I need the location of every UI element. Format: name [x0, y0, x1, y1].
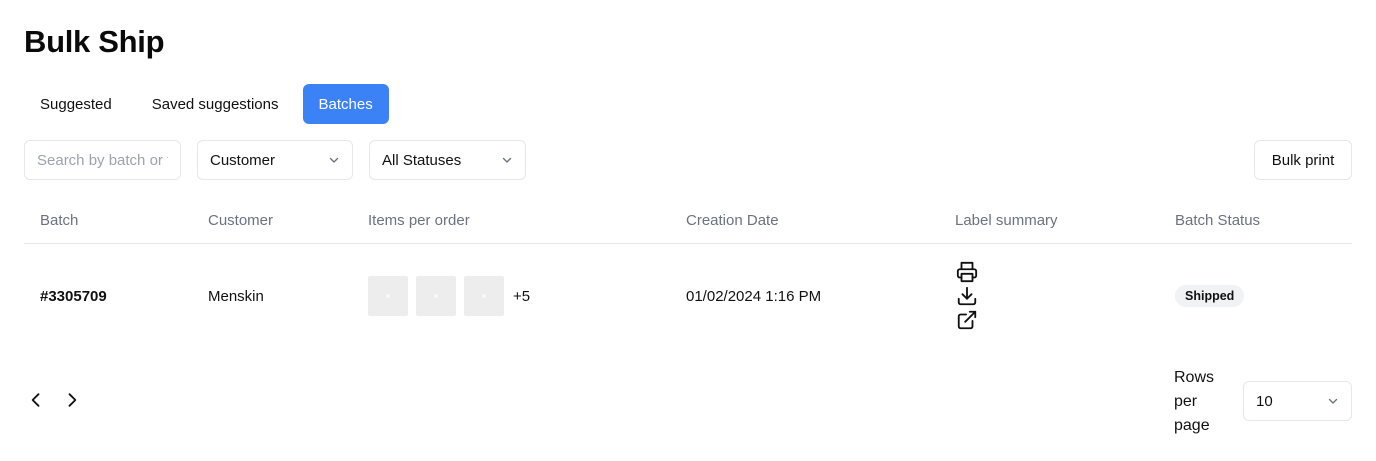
table-row[interactable]: #3305709 Menskin +5 01/02/2024 1:16 PM S…	[24, 244, 1352, 348]
item-thumbnail[interactable]	[464, 276, 504, 316]
next-page-button[interactable]	[60, 388, 84, 412]
rows-per-page-label: Rows per page	[1174, 369, 1215, 434]
column-header-creation-date[interactable]: Creation Date	[686, 196, 779, 244]
previous-page-button[interactable]	[24, 388, 48, 412]
label-summary	[955, 244, 979, 348]
tab-batches[interactable]: Batches	[302, 84, 389, 124]
customer-name: Menskin	[208, 287, 264, 305]
column-header-batch[interactable]: Batch	[40, 196, 78, 244]
search-box	[24, 140, 181, 180]
batches-table: Batch Customer Items per order Creation …	[24, 196, 1352, 348]
chevron-down-icon	[1328, 398, 1338, 404]
bulk-print-button[interactable]: Bulk print	[1254, 140, 1352, 180]
more-items-count: +5	[513, 287, 531, 305]
chevron-down-icon	[329, 157, 339, 163]
search-input[interactable]	[25, 141, 180, 179]
customer-select-value: Customer	[210, 151, 276, 169]
tab-bar: Suggested Saved suggestions Batches	[24, 84, 389, 124]
tab-saved-suggestions[interactable]: Saved suggestions	[136, 84, 295, 124]
filter-toolbar: Customer All Statuses Bulk print	[24, 140, 1352, 180]
item-thumbnail[interactable]	[416, 276, 456, 316]
rows-per-page-select[interactable]: 10	[1243, 381, 1352, 421]
column-header-label-summary[interactable]: Label summary	[955, 196, 1058, 244]
customer-select[interactable]: Customer	[197, 140, 353, 180]
column-header-batch-status[interactable]: Batch Status	[1175, 196, 1260, 244]
chevron-down-icon	[502, 157, 512, 163]
items-per-order: +5	[368, 244, 530, 348]
column-header-items-per-order[interactable]: Items per order	[368, 196, 470, 244]
status-select[interactable]: All Statuses	[369, 140, 526, 180]
pagination-controls	[24, 388, 84, 412]
tab-suggested[interactable]: Suggested	[24, 84, 128, 124]
page-title: Bulk Ship	[24, 24, 165, 59]
status-select-value: All Statuses	[382, 151, 462, 169]
batch-id[interactable]: #3305709	[40, 244, 107, 348]
chevron-right-icon	[68, 393, 77, 407]
printer-icon[interactable]	[955, 261, 979, 283]
table-header: Batch Customer Items per order Creation …	[24, 196, 1352, 244]
batch-status: Shipped	[1175, 244, 1245, 348]
creation-date: 01/02/2024 1:16 PM	[686, 287, 822, 305]
chevron-left-icon	[31, 393, 40, 407]
download-icon[interactable]	[955, 285, 979, 307]
rows-per-page-value: 10	[1256, 392, 1273, 410]
status-badge: Shipped	[1175, 285, 1245, 307]
item-thumbnail[interactable]	[368, 276, 408, 316]
column-header-customer[interactable]: Customer	[208, 196, 273, 244]
external-link-icon[interactable]	[955, 309, 979, 331]
